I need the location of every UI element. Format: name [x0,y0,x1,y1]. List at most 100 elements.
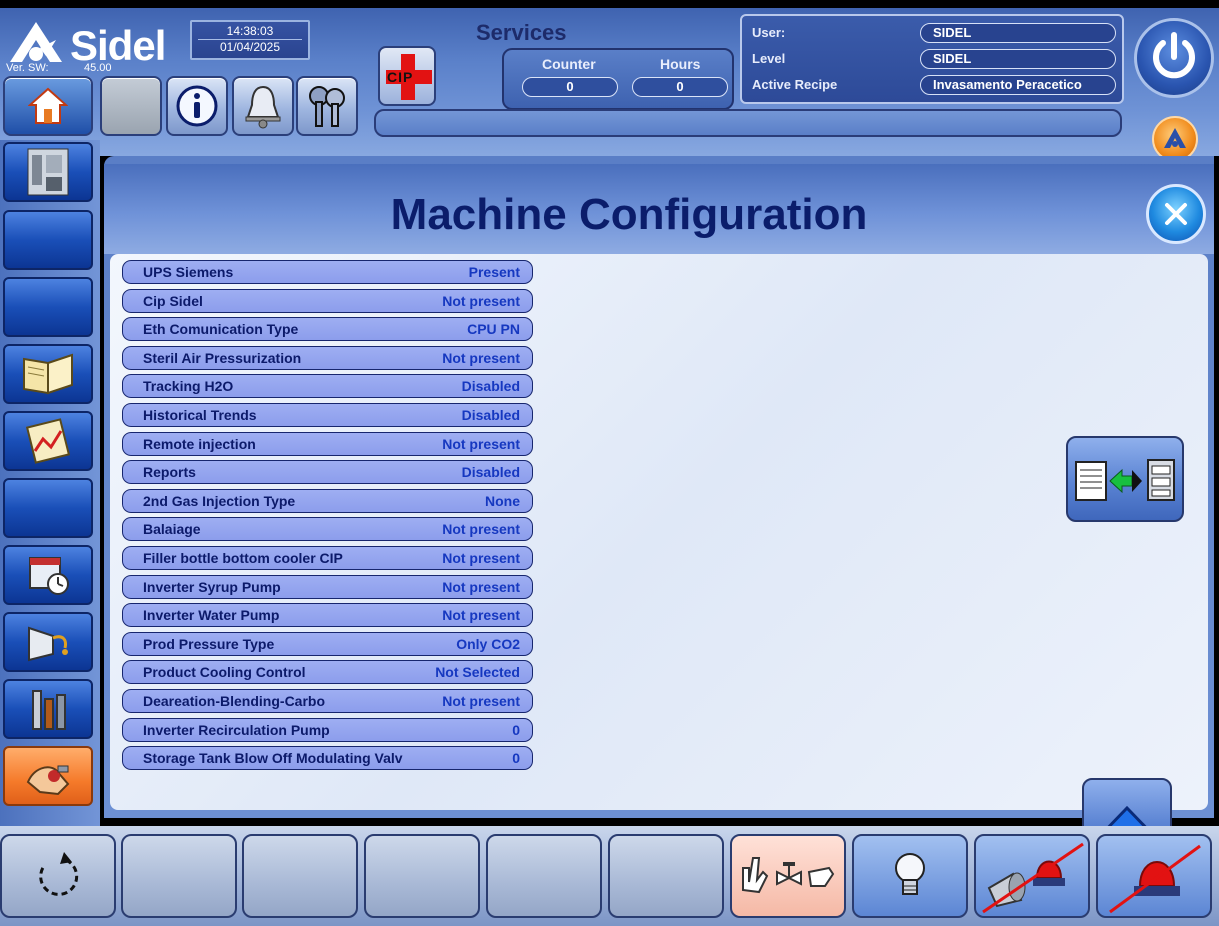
calendar-clock-icon [29,557,69,595]
config-row-label: Inverter Syrup Pump [143,578,281,595]
power-button[interactable] [1134,18,1214,98]
beacon-disabled-icon [1109,844,1201,914]
config-row-value: Disabled [461,378,520,395]
config-row-value: 0 [512,750,520,767]
config-row[interactable]: Inverter Water Pump Not present [122,603,533,628]
config-row[interactable]: Product Cooling Control Not Selected [122,660,533,685]
config-panel: UPS Siemens Present Cip Sidel Not present Et… [110,254,1208,864]
config-row[interactable]: Deareation-Blending-Carbo Not present [122,689,533,713]
home-button[interactable] [3,76,93,136]
config-row[interactable]: Historical Trends Disabled [122,403,533,427]
config-row-value: Not present [442,578,520,595]
config-row-label: Tracking H2O [143,378,234,395]
keys-button[interactable] [296,76,358,136]
config-row[interactable]: Steril Air Pressurization Not present [122,345,533,370]
config-row[interactable]: UPS Siemens Present [122,260,533,284]
level-value: SIDEL [920,49,1116,69]
header-bar: Sidel Ver. SW: 45.00 14:38:03 01/04/2025 [0,8,1219,162]
sidebar-machine-button[interactable] [3,142,93,202]
version-value: 45.00 [84,62,112,74]
open-book-icon [23,353,73,395]
sidel-logo-icon [10,22,62,62]
config-row-value: 0 [512,721,520,738]
title-band: Machine Configuration [104,164,1214,254]
config-row[interactable]: Tracking H2O Disabled [122,374,533,399]
config-row-value: Not Selected [435,664,520,681]
sidebar-scheduler-button[interactable] [3,545,93,605]
sidebar-blank-button-2[interactable] [3,277,93,337]
level-label: Level [752,51,786,66]
function-button-3[interactable] [242,834,358,918]
config-row[interactable]: Inverter Recirculation Pump 0 [122,717,533,742]
sidebar-blank-button-1[interactable] [3,210,93,270]
tools-icon [32,690,66,730]
config-row-label: Prod Pressure Type [143,635,275,652]
version-label: Ver. SW: [6,62,49,74]
config-row-value: Disabled [461,464,520,481]
document-transfer-icon [1075,459,1175,501]
info-button[interactable] [166,76,228,136]
clock-time: 14:38:03 [198,24,302,40]
config-row[interactable]: Inverter Syrup Pump Not present [122,574,533,599]
refresh-button[interactable] [0,834,116,918]
function-button-6[interactable] [608,834,724,918]
cip-label: CIP [387,69,414,85]
config-row-value: Not present [442,349,520,366]
config-row-label: Storage Tank Blow Off Modulating Valv [143,750,403,767]
function-button-4[interactable] [364,834,480,918]
services-panel: Counter Hours 0 0 [502,48,734,110]
main-content: Machine Configuration UPS Siemens Present… [104,156,1214,864]
light-button[interactable] [852,834,968,918]
config-row[interactable]: Eth Comunication Type CPU PN [122,317,533,342]
close-button[interactable] [1146,184,1206,244]
config-row-value: Only CO2 [456,635,520,652]
config-row-label: Steril Air Pressurization [143,349,302,366]
refresh-icon [39,852,79,896]
machine-icon [27,148,69,196]
config-row[interactable]: 2nd Gas Injection Type None [122,488,533,513]
function-button-2[interactable] [121,834,237,918]
sidel-emblem-icon [1164,128,1186,148]
sidebar-blank-button-3[interactable] [3,478,93,538]
config-row-value: Not present [442,435,520,452]
sidebar-trends-button[interactable] [3,411,93,471]
config-row[interactable]: Prod Pressure Type Only CO2 [122,631,533,656]
lamp-icon [28,626,68,662]
sidebar-tools-button[interactable] [3,679,93,739]
manual-valve-button[interactable] [730,834,846,918]
config-row[interactable]: Storage Tank Blow Off Modulating Valv 0 [122,746,533,771]
user-panel: User: Level Active Recipe SIDEL SIDEL In… [740,14,1124,104]
sidebar-manual-button[interactable] [3,344,93,404]
export-config-button[interactable] [1066,436,1184,522]
config-row-label: Inverter Water Pump [143,607,280,624]
sidebar-operator-button[interactable] [3,746,93,806]
manual-valve-icon [742,857,835,894]
config-row[interactable]: Balaiage Not present [122,517,533,542]
trend-chart-icon [25,418,71,464]
sidebar-lamp-button[interactable] [3,612,93,672]
config-row[interactable]: Remote injection Not present [122,431,533,456]
config-row[interactable]: Reports Disabled [122,460,533,485]
config-row-value: CPU PN [467,321,520,338]
config-row-label: Cip Sidel [143,292,203,309]
blank-button[interactable] [100,76,162,136]
cip-button[interactable]: CIP [378,46,436,106]
config-row-value: Not present [442,292,520,309]
config-row[interactable]: Filler bottle bottom cooler CIP Not prese… [122,546,533,570]
counter-label: Counter [542,56,596,72]
config-row-value: Not present [442,521,520,538]
bell-icon [245,85,281,129]
horn-alarm-off-button[interactable] [974,834,1090,918]
clock: 14:38:03 01/04/2025 [190,20,310,60]
config-row-label: UPS Siemens [143,264,234,280]
config-row-label: Reports [143,464,196,481]
function-button-5[interactable] [486,834,602,918]
beacon-off-button[interactable] [1096,834,1212,918]
keys-icon [309,86,345,127]
alarm-bell-button[interactable] [232,76,294,136]
home-icon [28,87,68,124]
hand-tool-icon [26,765,70,796]
config-row[interactable]: Cip Sidel Not present [122,288,533,313]
hours-value: 0 [632,77,728,97]
config-row-label: Filler bottle bottom cooler CIP [143,550,343,566]
